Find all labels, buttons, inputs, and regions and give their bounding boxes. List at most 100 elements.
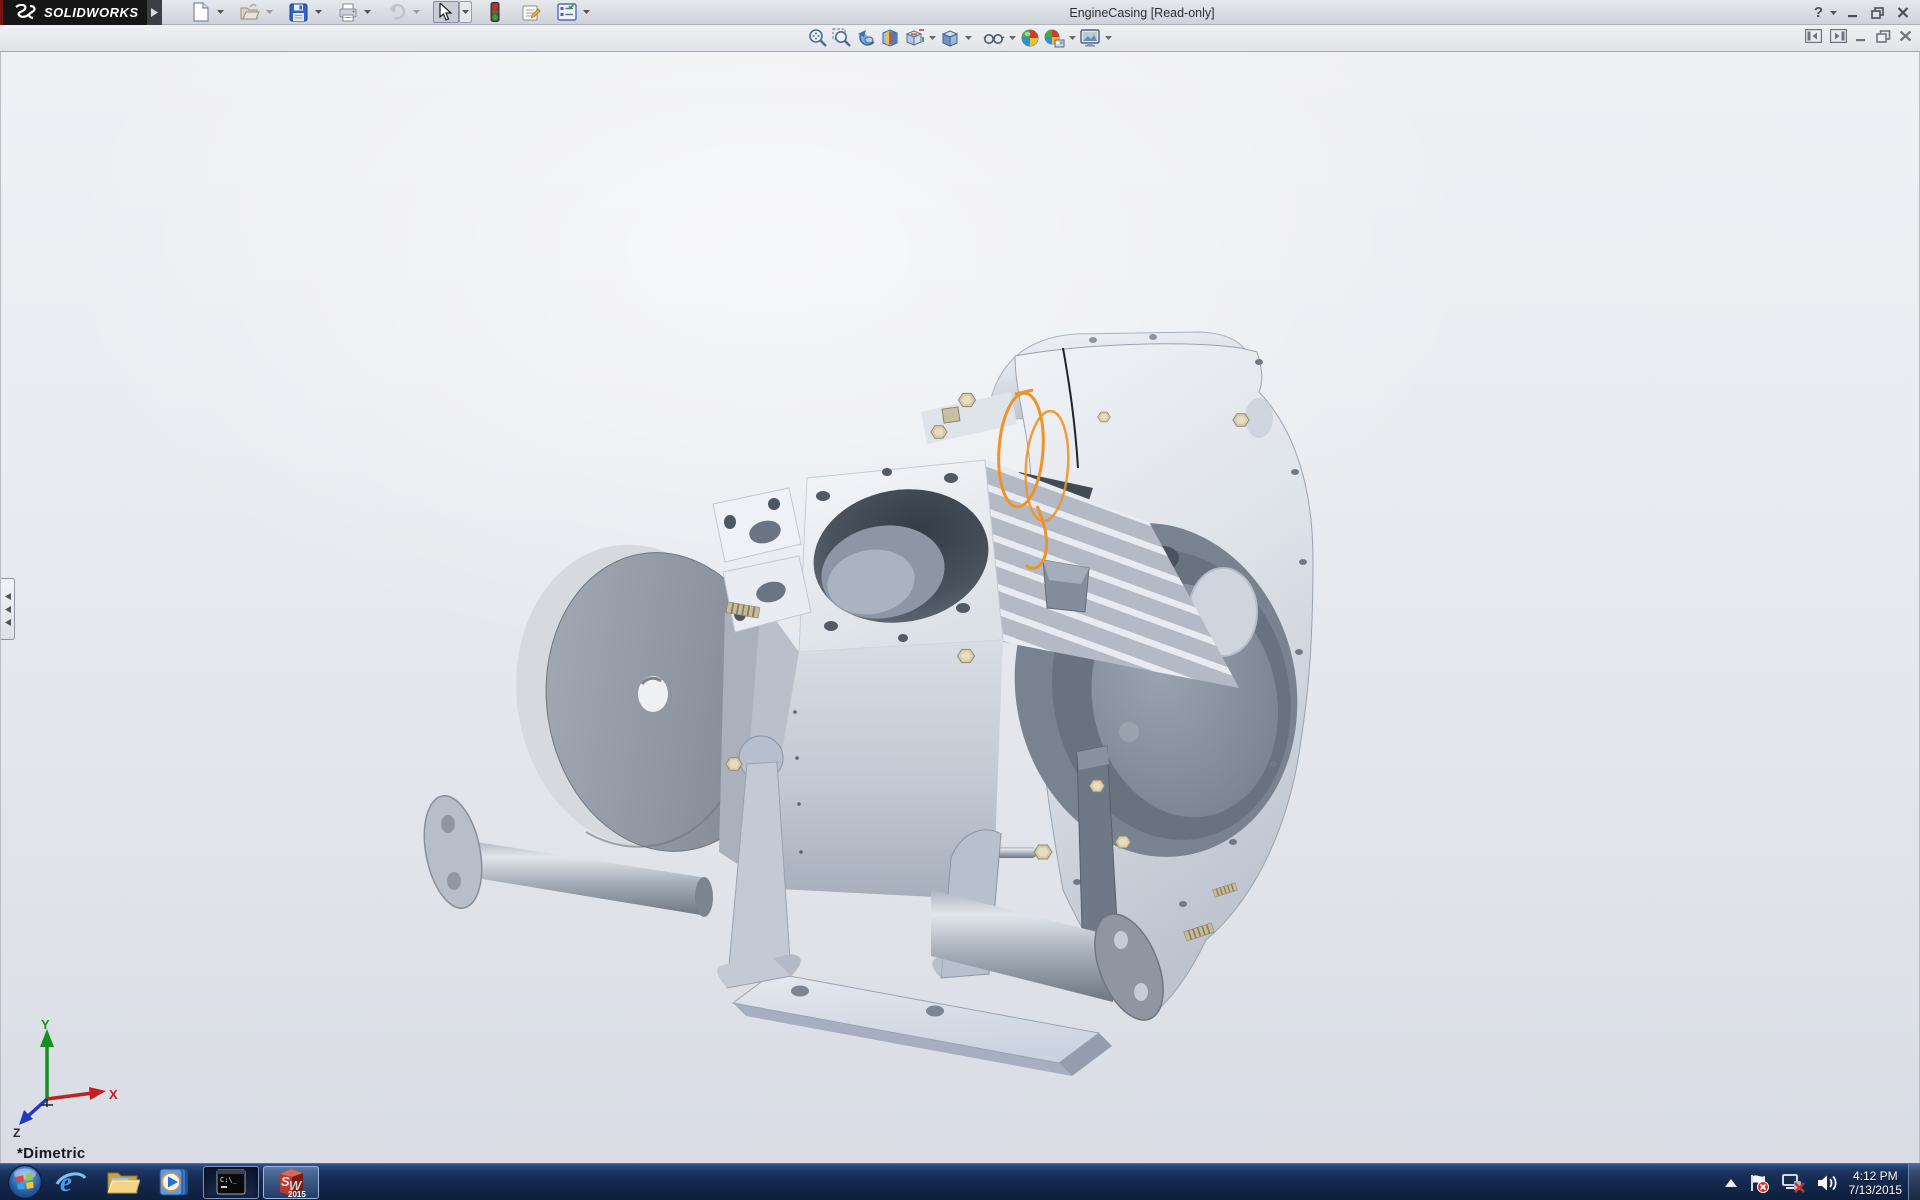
options-list-button[interactable] — [554, 1, 580, 23]
show-desktop-button[interactable] — [1908, 1164, 1920, 1200]
view-settings-icon — [1079, 28, 1101, 48]
new-document-button[interactable] — [188, 1, 214, 23]
gasket-plates[interactable] — [713, 488, 811, 632]
select-tool-button[interactable] — [433, 1, 459, 23]
svg-text:2015: 2015 — [288, 1190, 306, 1198]
previous-view-button[interactable] — [854, 27, 878, 49]
view-settings-dropdown[interactable] — [1102, 27, 1114, 49]
command-prompt-icon: C:\_ — [216, 1169, 246, 1195]
taskbar-item-windows-explorer[interactable] — [97, 1164, 149, 1200]
collapse-arrow-icon — [5, 619, 11, 626]
solidworks-logo[interactable]: SOLIDWORKS — [0, 0, 147, 25]
view-settings-button[interactable] — [1078, 27, 1102, 49]
windows-start-icon — [7, 1164, 43, 1200]
solidworks-logo-text: SOLIDWORKS — [44, 5, 139, 20]
undo-button[interactable] — [384, 1, 410, 23]
solidworks-logo-icon — [13, 4, 37, 21]
apply-scene-button[interactable] — [1042, 27, 1066, 49]
zoom-to-fit-icon — [808, 28, 828, 48]
svg-text:e: e — [60, 1167, 72, 1197]
start-button[interactable] — [5, 1164, 45, 1200]
close-button[interactable] — [1894, 5, 1912, 21]
open-document-dropdown[interactable] — [263, 1, 276, 23]
action-center-icon[interactable] — [1748, 1173, 1770, 1193]
svg-text:C:\_: C:\_ — [220, 1176, 238, 1184]
triad-z-label: Z — [13, 1126, 20, 1137]
zoom-to-area-button[interactable] — [830, 27, 854, 49]
show-hidden-icons-button[interactable] — [1725, 1179, 1737, 1187]
undo-dropdown[interactable] — [410, 1, 423, 23]
print-button[interactable] — [335, 1, 361, 23]
help-dropdown[interactable] — [1830, 11, 1837, 15]
taskbar-clock[interactable]: 4:12 PM 7/13/2015 — [1849, 1169, 1906, 1197]
undo-icon — [387, 3, 407, 21]
menu-flyout-arrow[interactable] — [147, 0, 162, 25]
clock-time: 4:12 PM — [1849, 1169, 1902, 1183]
feature-tree-collapse-tab[interactable] — [1, 578, 15, 640]
save-button[interactable] — [286, 1, 312, 23]
open-document-icon — [240, 3, 260, 21]
select-tool-dropdown[interactable] — [459, 1, 472, 23]
hide-show-items-icon — [983, 29, 1005, 47]
apply-scene-icon — [1043, 28, 1065, 48]
save-dropdown[interactable] — [312, 1, 325, 23]
window-controls: ? — [1814, 0, 1912, 25]
internet-explorer-icon: e — [55, 1167, 87, 1197]
zoom-to-fit-button[interactable] — [806, 27, 830, 49]
solidworks-2015-icon: S W 2015 — [275, 1166, 307, 1198]
system-tray: 4:12 PM 7/13/2015 — [1725, 1164, 1906, 1200]
section-view-button[interactable] — [878, 27, 902, 49]
apply-scene-dropdown[interactable] — [1066, 27, 1078, 49]
taskbar-item-solidworks[interactable]: S W 2015 — [263, 1166, 319, 1199]
engine-casing-model[interactable] — [1, 52, 1920, 1163]
media-player-icon — [159, 1167, 191, 1197]
taskbar-item-media-player[interactable] — [149, 1164, 201, 1200]
title-bar: SOLIDWORKS — [0, 0, 1920, 25]
triad-y-label: Y — [41, 1017, 50, 1032]
base-plate[interactable] — [733, 973, 1112, 1076]
open-document-button[interactable] — [237, 1, 263, 23]
graphics-viewport[interactable]: Y X Z *Dimetric — [0, 52, 1920, 1163]
view-orientation-dropdown[interactable] — [926, 27, 938, 49]
doc-restore-icon[interactable] — [1876, 30, 1891, 43]
print-dropdown[interactable] — [361, 1, 374, 23]
collapse-arrow-icon — [5, 606, 11, 613]
taskbar-item-internet-explorer[interactable]: e — [45, 1164, 97, 1200]
clock-date: 7/13/2015 — [1849, 1183, 1902, 1197]
options-list-dropdown[interactable] — [580, 1, 593, 23]
display-style-icon — [940, 28, 960, 48]
minimize-button[interactable] — [1844, 5, 1862, 21]
edit-appearance-icon — [1020, 28, 1040, 48]
zoom-to-area-icon — [832, 28, 852, 48]
reference-triad: Y X Z — [5, 1017, 125, 1137]
view-orientation-icon — [903, 28, 925, 48]
display-style-dropdown[interactable] — [962, 27, 974, 49]
collapse-arrow-icon — [5, 593, 11, 600]
triad-x-label: X — [109, 1087, 118, 1102]
new-document-dropdown[interactable] — [214, 1, 227, 23]
file-properties-button[interactable] — [518, 1, 544, 23]
quick-access-toolbar — [188, 0, 603, 24]
options-list-icon — [557, 3, 577, 21]
doc-close-icon[interactable] — [1899, 30, 1912, 42]
restore-button[interactable] — [1869, 5, 1887, 21]
network-status-icon[interactable] — [1781, 1173, 1805, 1193]
headsup-view-toolbar — [806, 27, 1114, 49]
print-icon — [338, 3, 358, 22]
rebuild-stoplight-button[interactable] — [482, 1, 508, 23]
collapse-pane-icon[interactable] — [1805, 29, 1822, 43]
hide-show-items-dropdown[interactable] — [1006, 27, 1018, 49]
edit-appearance-button[interactable] — [1018, 27, 1042, 49]
taskbar-item-command-prompt[interactable]: C:\_ — [203, 1166, 259, 1199]
cylinder-mount-face[interactable] — [799, 460, 1003, 652]
view-orientation-button[interactable] — [902, 27, 926, 49]
hide-show-items-button[interactable] — [982, 27, 1006, 49]
taskbar: e C:\_ — [0, 1163, 1920, 1200]
doc-minimize-icon[interactable] — [1855, 31, 1868, 42]
volume-icon[interactable] — [1816, 1173, 1838, 1193]
display-style-button[interactable] — [938, 27, 962, 49]
expand-pane-icon[interactable] — [1830, 29, 1847, 43]
save-icon — [289, 3, 308, 22]
section-view-icon — [880, 28, 900, 48]
help-button[interactable]: ? — [1814, 5, 1823, 20]
